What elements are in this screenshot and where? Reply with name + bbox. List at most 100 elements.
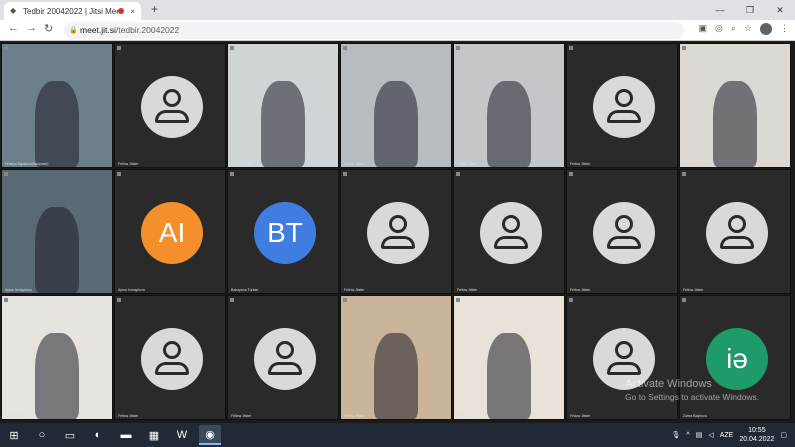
windows-start-icon[interactable]: ⊞	[3, 425, 25, 445]
initials-avatar: AI	[141, 202, 203, 264]
participant-name: Zəhra Bəşirova	[683, 414, 707, 418]
participant-tile[interactable]: Fellow Jitster	[566, 43, 678, 168]
tab-title: Tedbir 20042022 | Jitsi Meet	[23, 6, 119, 16]
tile-indicator-icon	[4, 172, 8, 176]
network-icon[interactable]: ▤	[696, 431, 703, 439]
participant-tile[interactable]: Fellow Jitster	[1, 295, 113, 420]
participant-tile[interactable]: Fellow Jitster	[679, 169, 791, 294]
person-silhouette	[374, 80, 418, 167]
participant-name: Fellow Jitster	[570, 162, 591, 166]
default-avatar-icon	[480, 202, 542, 264]
person-silhouette	[487, 80, 531, 167]
default-avatar-icon	[593, 202, 655, 264]
close-window-button[interactable]: ✕	[765, 0, 795, 20]
clock-time: 10:55	[748, 427, 766, 434]
volume-icon[interactable]: ◁	[708, 431, 713, 439]
task-view-icon[interactable]: ▭	[59, 425, 81, 445]
minimize-button[interactable]: —	[705, 0, 735, 20]
tile-indicator-icon	[343, 46, 347, 50]
tile-indicator-icon	[456, 298, 460, 302]
toolbar-icons: ▣ ◎ ⌕ ☆ ⋮	[699, 23, 789, 35]
participant-name: Gunel Məmmədova	[683, 162, 714, 166]
camera-icon[interactable]: ▣	[699, 23, 708, 35]
maximize-button[interactable]: ❐	[735, 0, 765, 20]
person-silhouette	[35, 332, 79, 419]
participant-tile[interactable]: Gunel Məmmədova	[679, 43, 791, 168]
participant-tile[interactable]: Fellow Jitster	[453, 169, 565, 294]
menu-icon[interactable]: ⋮	[780, 23, 789, 35]
participant-name: Fellow Jitster	[344, 162, 365, 166]
watermark-subtitle: Go to Settings to activate Windows.	[625, 392, 760, 402]
participant-tile[interactable]: Aytən İsmayılova	[1, 169, 113, 294]
person-silhouette	[487, 332, 531, 419]
participant-name: Fellow Jitster	[5, 414, 26, 418]
word-icon[interactable]: W	[171, 425, 193, 445]
language-indicator[interactable]: AZE	[720, 432, 734, 439]
media-app-icon[interactable]: ▦	[143, 425, 165, 445]
participant-tile[interactable]: Fellow Jitster	[566, 169, 678, 294]
participant-tile[interactable]: BT Babayeva Türkan	[227, 169, 339, 294]
forward-arrow-icon[interactable]: →	[26, 22, 37, 34]
star-icon[interactable]: ☆	[744, 23, 752, 35]
person-silhouette	[35, 80, 79, 167]
new-tab-button[interactable]: +	[151, 2, 158, 16]
participant-video	[454, 44, 564, 167]
participant-tile[interactable]: AI Aynur İsmayılova	[114, 169, 226, 294]
participant-video	[228, 44, 338, 167]
participant-tile[interactable]: Hüseyn Ağalarov(Naxçıvan)	[1, 43, 113, 168]
participant-tile[interactable]: Fellow Jitster	[114, 43, 226, 168]
participant-tile[interactable]: Fellow Jitster	[453, 295, 565, 420]
tile-indicator-icon	[230, 298, 234, 302]
participant-name: Fellow Jitster	[231, 162, 252, 166]
reload-icon[interactable]: ↻	[44, 22, 53, 35]
participant-tile[interactable]: Fellow Jitster	[453, 43, 565, 168]
notification-icon[interactable]: ▢	[780, 431, 787, 439]
participant-name: Aynur İsmayılova	[118, 288, 145, 292]
participant-name: Fellow Jitster	[457, 162, 478, 166]
tile-indicator-icon	[343, 298, 347, 302]
default-avatar-icon	[367, 202, 429, 264]
tile-indicator-icon	[4, 298, 8, 302]
person-silhouette	[35, 206, 79, 293]
chrome-icon[interactable]: ◉	[199, 425, 221, 445]
participant-name: Fellow Jitster	[118, 414, 139, 418]
participant-name: Fellow Jitster	[683, 288, 704, 292]
participant-tile[interactable]: Fellow Jitster	[114, 295, 226, 420]
back-arrow-icon[interactable]: ←	[8, 22, 19, 34]
search-icon[interactable]: ○	[31, 425, 53, 445]
tile-indicator-icon	[117, 46, 121, 50]
watermark-title: Activate Windows	[625, 378, 712, 390]
system-tray: 🎙 ^ ▤ ◁ AZE 10:55 20.04.2022 ▢	[672, 423, 788, 447]
tile-indicator-icon	[569, 298, 573, 302]
participant-tile[interactable]: Fellow Jitster	[227, 295, 339, 420]
file-explorer-icon[interactable]: ▬	[115, 425, 137, 445]
default-avatar-icon	[141, 76, 203, 138]
tile-indicator-icon	[456, 172, 460, 176]
tile-indicator-icon	[117, 172, 121, 176]
profile-avatar[interactable]	[760, 23, 772, 35]
tile-indicator-icon	[456, 46, 460, 50]
participant-video	[2, 170, 112, 293]
participant-tile[interactable]: Fellow Jitster	[340, 295, 452, 420]
edge-icon[interactable]: ◐	[87, 425, 109, 445]
participant-tile[interactable]: Fellow Jitster	[340, 43, 452, 168]
default-avatar-icon	[141, 328, 203, 390]
participant-tile[interactable]: Fellow Jitster	[340, 169, 452, 294]
activate-windows-watermark: Activate Windows Go to Settings to activ…	[625, 378, 759, 404]
jitsi-favicon-icon: ◆	[10, 6, 17, 15]
tile-indicator-icon	[682, 46, 686, 50]
microphone-icon[interactable]: 🎙	[672, 431, 681, 439]
zoom-icon[interactable]: ⌕	[731, 23, 736, 35]
default-avatar-icon	[593, 76, 655, 138]
tile-indicator-icon	[230, 46, 234, 50]
cast-icon[interactable]: ◎	[715, 23, 723, 35]
participant-video	[2, 44, 112, 167]
tray-chevron-icon[interactable]: ^	[686, 432, 689, 439]
clock[interactable]: 10:55 20.04.2022	[739, 426, 774, 444]
participant-tile[interactable]: Fellow Jitster	[227, 43, 339, 168]
close-tab-button[interactable]: ×	[130, 7, 135, 16]
participant-grid: Hüseyn Ağalarov(Naxçıvan) Fellow Jitster F…	[0, 42, 795, 423]
browser-tab[interactable]: ◆ Tedbir 20042022 | Jitsi Meet ×	[4, 2, 141, 20]
url-field[interactable]: 🔒 meet.jit.si/tedbir.20042022	[64, 22, 684, 39]
url-host: meet.jit.si	[80, 25, 116, 35]
